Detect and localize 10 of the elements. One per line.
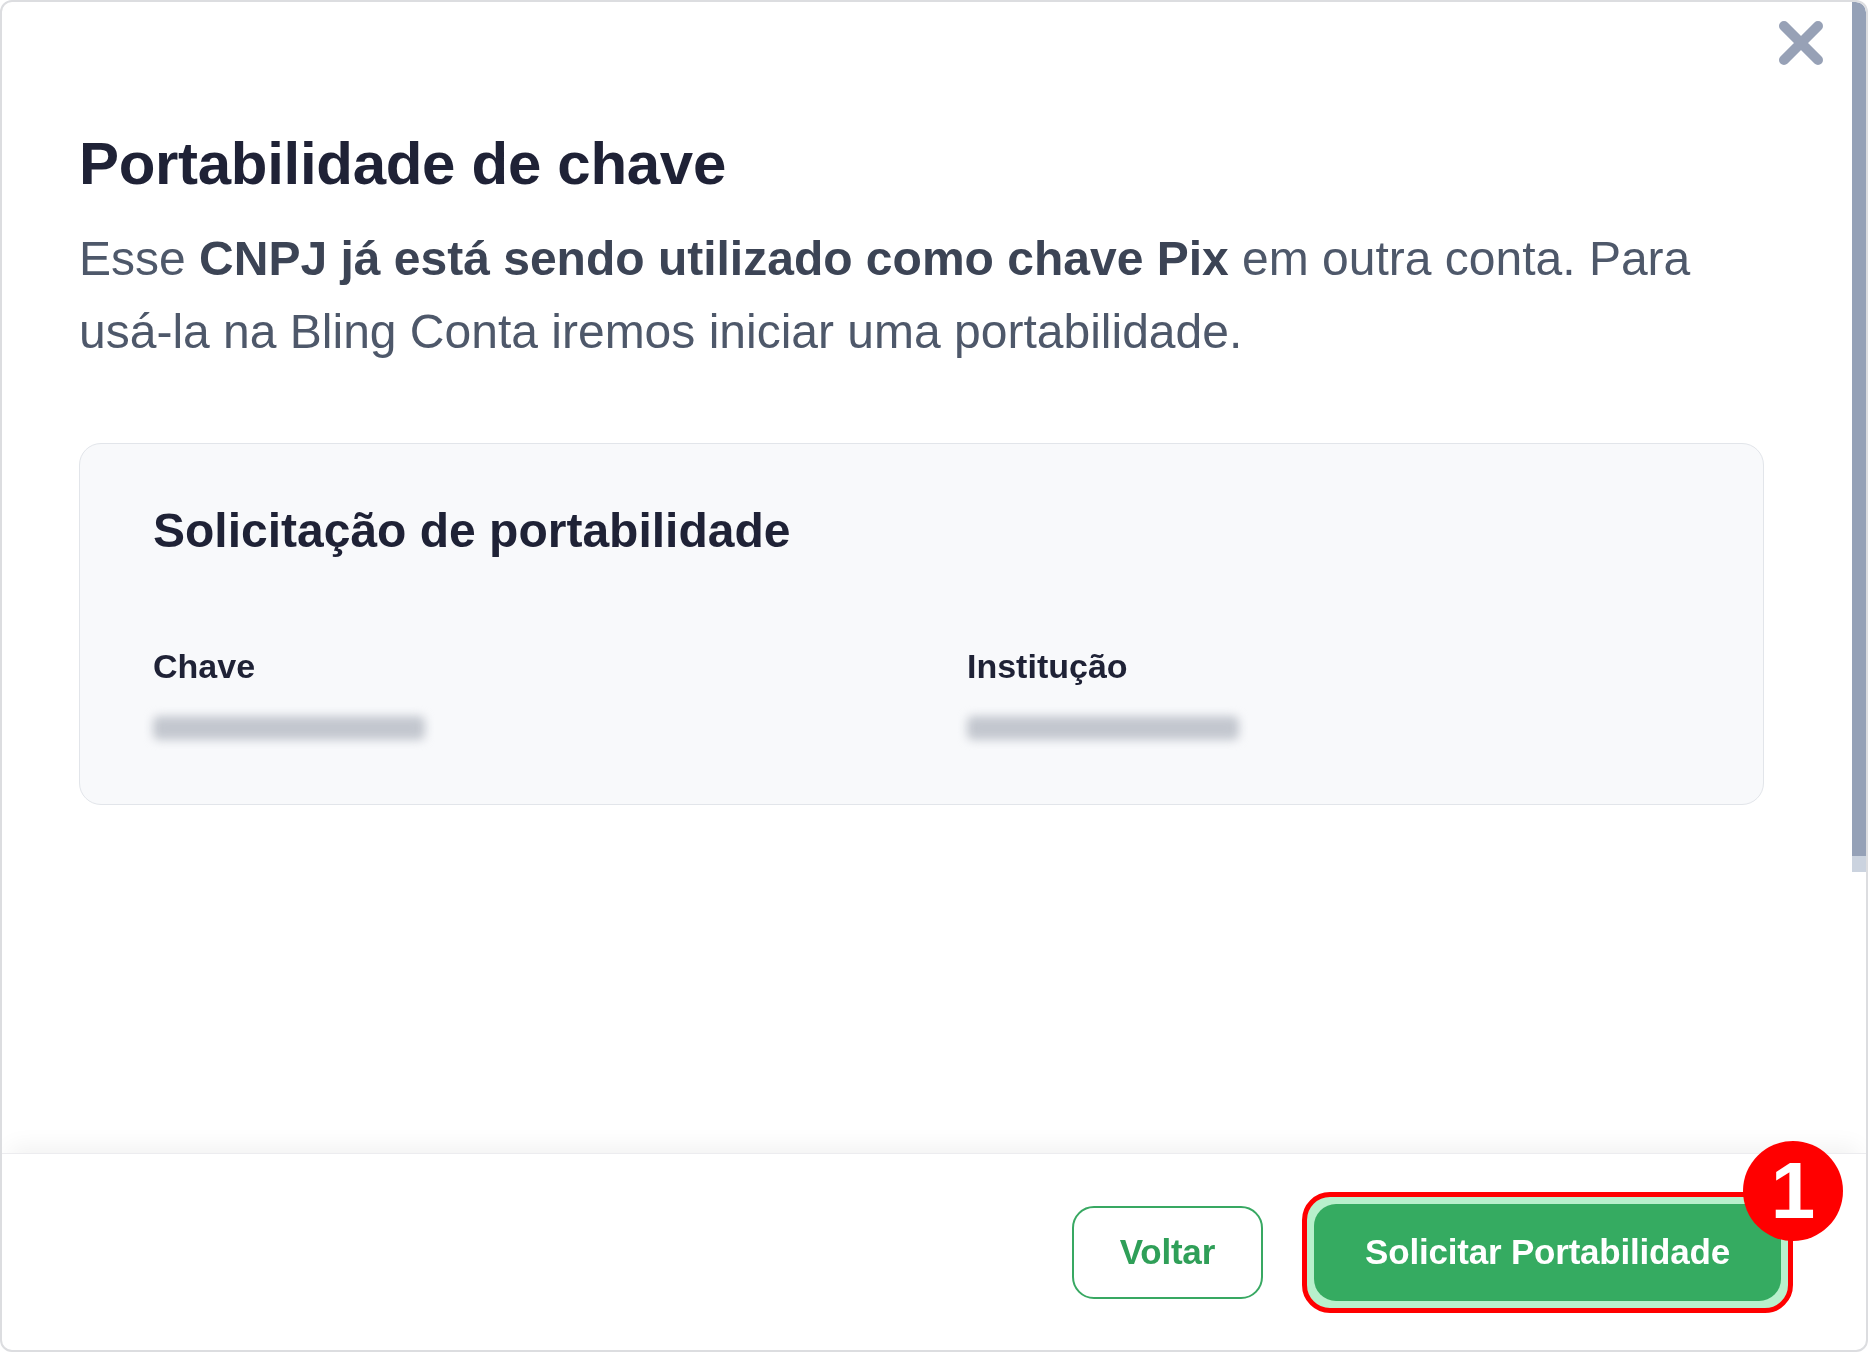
close-icon: [1778, 20, 1824, 66]
back-button[interactable]: Voltar: [1071, 1205, 1264, 1299]
scrollbar-thumb[interactable]: [1852, 2, 1866, 872]
step-number-badge: 1: [1743, 1140, 1843, 1241]
dialog-title: Portabilidade de chave: [79, 129, 727, 199]
close-button[interactable]: [1777, 19, 1825, 67]
field-label: Institução: [967, 645, 1128, 687]
card-title: Solicitação de portabilidade: [153, 503, 792, 559]
dialog-message: Esse CNPJ já está sendo utilizado como chave Pix em outra conta. Para usá-la na Bling Conta iremos iniciar uma portabilidade.: [79, 231, 1692, 360]
field-label: Chave: [153, 645, 256, 687]
